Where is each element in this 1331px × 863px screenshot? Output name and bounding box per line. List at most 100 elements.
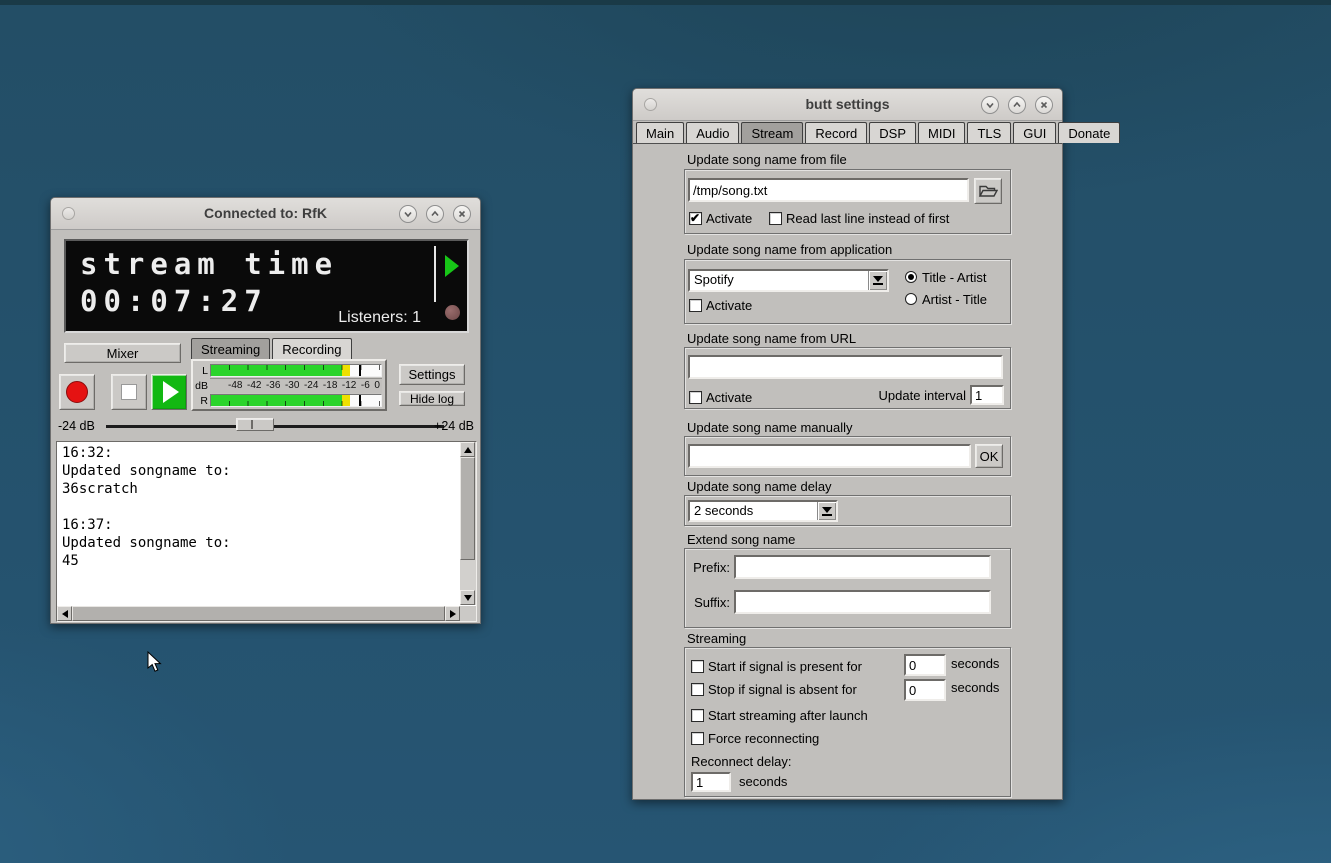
seconds-label: seconds [951, 680, 999, 695]
tab-dsp[interactable]: DSP [869, 122, 916, 143]
tab-gui[interactable]: GUI [1013, 122, 1056, 143]
tab-streaming[interactable]: Streaming [191, 338, 270, 359]
mouse-cursor [147, 651, 163, 673]
vu-meter-panel: L dB -48-42-36-30-24-18-12-60 R [191, 359, 387, 411]
start-after-launch-checkbox[interactable] [691, 709, 704, 722]
settings-tabbar: Main Audio Stream Record DSP MIDI TLS GU… [633, 121, 1062, 144]
scroll-up-button[interactable] [460, 442, 475, 457]
tab-donate[interactable]: Donate [1058, 122, 1120, 143]
listeners-count: Listeners: 1 [338, 309, 421, 327]
stop-button[interactable] [111, 374, 147, 410]
main-window-titlebar[interactable]: Connected to: RfK [51, 198, 480, 230]
tab-midi[interactable]: MIDI [918, 122, 965, 143]
chevron-down-icon [403, 209, 413, 219]
url-activate-checkbox[interactable] [689, 391, 702, 404]
arrow-right-icon [450, 610, 456, 618]
resize-grip[interactable] [460, 606, 476, 621]
dropdown-arrow-icon[interactable] [868, 271, 887, 290]
title-artist-label: Title - Artist [922, 270, 987, 285]
app-activate-checkbox[interactable] [689, 299, 702, 312]
scroll-right-button[interactable] [445, 606, 460, 621]
delay-dropdown[interactable]: 2 seconds [688, 500, 838, 522]
horizontal-scroll-thumb[interactable] [72, 606, 445, 621]
meter-left-bar [210, 364, 382, 377]
gain-slider-track[interactable] [106, 425, 444, 428]
song-file-path-input[interactable] [688, 178, 969, 202]
settings-window-titlebar[interactable]: butt settings [633, 89, 1062, 121]
url-activate-label: Activate [706, 390, 752, 405]
maximize-button[interactable] [426, 205, 444, 223]
seconds-label: seconds [739, 774, 787, 789]
stop-if-signal-checkbox[interactable] [691, 683, 704, 696]
settings-button[interactable]: Settings [399, 364, 465, 385]
gain-min-label: -24 dB [58, 419, 95, 433]
lcd-display[interactable]: stream time 00:07:27 Listeners: 1 [64, 239, 469, 333]
delay-group-label: Update song name delay [687, 479, 832, 494]
record-status-icon [445, 305, 460, 320]
stop-signal-seconds-input[interactable] [904, 679, 946, 701]
record-icon [66, 381, 88, 403]
reconnect-delay-input[interactable] [691, 772, 731, 792]
log-area[interactable]: 16:32: Updated songname to: 36scratch 16… [56, 441, 477, 622]
folder-icon [978, 183, 998, 199]
title-artist-radio[interactable] [905, 271, 917, 283]
record-button[interactable] [59, 374, 95, 410]
song-url-input[interactable] [688, 355, 1003, 379]
tab-record[interactable]: Record [805, 122, 867, 143]
app-group-label: Update song name from application [687, 242, 892, 257]
delay-dropdown-value: 2 seconds [690, 502, 817, 520]
stop-if-signal-label: Stop if signal is absent for [708, 682, 857, 697]
mixer-button[interactable]: Mixer [64, 343, 181, 363]
file-activate-label: Activate [706, 211, 752, 226]
close-icon [457, 209, 467, 219]
minimize-button[interactable] [399, 205, 417, 223]
lcd-separator [434, 246, 436, 302]
force-reconnecting-label: Force reconnecting [708, 731, 819, 746]
file-activate-checkbox[interactable] [689, 212, 702, 225]
arrow-up-icon [464, 447, 472, 453]
horizontal-scrollbar[interactable] [57, 606, 460, 621]
close-button[interactable] [453, 205, 471, 223]
play-button[interactable] [151, 374, 187, 410]
arrow-left-icon [62, 610, 68, 618]
close-button[interactable] [1035, 96, 1053, 114]
tab-tls[interactable]: TLS [967, 122, 1011, 143]
chevron-up-icon [430, 209, 440, 219]
log-text: 16:32: Updated songname to: 36scratch 16… [62, 444, 456, 603]
manual-song-input[interactable] [688, 444, 971, 468]
tab-main[interactable]: Main [636, 122, 684, 143]
prefix-input[interactable] [734, 555, 991, 579]
tab-stream[interactable]: Stream [741, 122, 803, 143]
arrow-down-icon [464, 595, 472, 601]
ok-button[interactable]: OK [975, 444, 1003, 468]
lcd-line1: stream time [80, 247, 338, 281]
update-interval-input[interactable] [970, 385, 1004, 405]
gain-slider-handle[interactable] [236, 418, 274, 431]
suffix-input[interactable] [734, 590, 991, 614]
browse-file-button[interactable] [974, 178, 1002, 204]
start-after-launch-label: Start streaming after launch [708, 708, 868, 723]
maximize-button[interactable] [1008, 96, 1026, 114]
minimize-button[interactable] [981, 96, 999, 114]
scroll-down-button[interactable] [460, 590, 475, 605]
dropdown-arrow-icon[interactable] [817, 502, 836, 520]
lcd-time: 00:07:27 [80, 284, 268, 318]
hide-log-button[interactable]: Hide log [399, 391, 465, 406]
tab-audio[interactable]: Audio [686, 122, 739, 143]
extend-group-label: Extend song name [687, 532, 795, 547]
vertical-scroll-thumb[interactable] [460, 457, 475, 560]
vertical-scrollbar[interactable] [460, 442, 476, 605]
start-if-signal-checkbox[interactable] [691, 660, 704, 673]
streaming-group-label: Streaming [687, 631, 746, 646]
tab-recording[interactable]: Recording [272, 338, 351, 359]
start-signal-seconds-input[interactable] [904, 654, 946, 676]
suffix-label: Suffix: [688, 595, 730, 610]
force-reconnecting-checkbox[interactable] [691, 732, 704, 745]
artist-title-radio[interactable] [905, 293, 917, 305]
prefix-label: Prefix: [688, 560, 730, 575]
application-dropdown[interactable]: Spotify [688, 269, 889, 292]
scroll-left-button[interactable] [57, 606, 72, 621]
read-last-line-checkbox[interactable] [769, 212, 782, 225]
meter-left-row: L [194, 363, 382, 378]
close-icon [1039, 100, 1049, 110]
